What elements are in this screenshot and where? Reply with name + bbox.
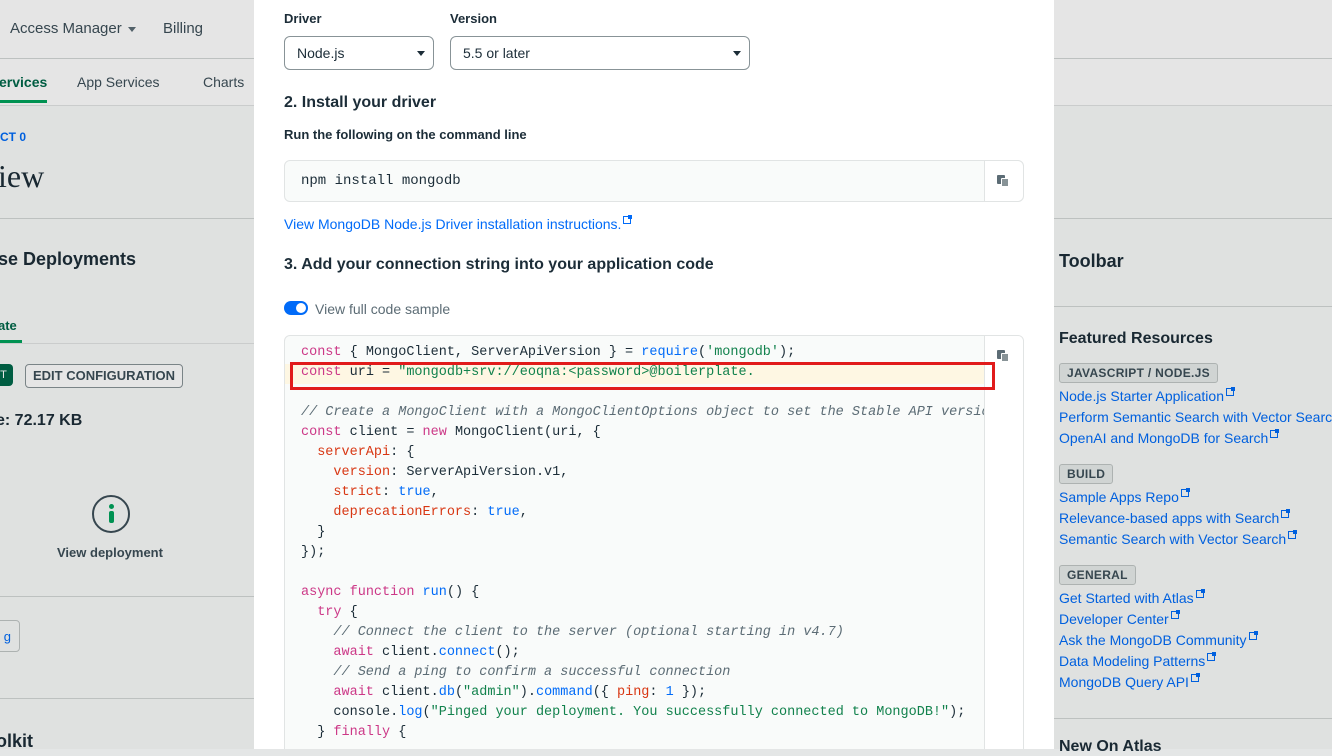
- driver-label: Driver: [284, 11, 322, 26]
- driver-select[interactable]: Node.js: [284, 36, 434, 70]
- copy-command-button[interactable]: [984, 161, 1023, 201]
- full-code-toggle-label: View full code sample: [315, 301, 451, 317]
- step-3-title: 3. Add your connection string into your …: [284, 256, 714, 273]
- step-2-title: 2. Install your driver: [284, 94, 437, 111]
- step-2-subtitle: Run the following on the command line: [284, 127, 527, 142]
- code-sample-box: const { MongoClient, ServerApiVersion } …: [284, 335, 1024, 749]
- version-value: 5.5 or later: [463, 45, 530, 61]
- install-command[interactable]: npm install mongodb: [301, 173, 461, 189]
- copy-code-button[interactable]: [984, 336, 1023, 749]
- caret-down-icon: [733, 51, 741, 56]
- driver-docs-link-label: View MongoDB Node.js Driver installation…: [284, 216, 622, 232]
- copy-icon: [997, 175, 1009, 187]
- version-label: Version: [450, 11, 497, 26]
- install-command-box: npm install mongodb: [284, 160, 1024, 202]
- external-link-icon: [623, 215, 633, 224]
- connect-modal: Driver Node.js Version 5.5 or later 2. I…: [254, 0, 1054, 749]
- caret-down-icon: [417, 51, 425, 56]
- code-sample[interactable]: const { MongoClient, ServerApiVersion } …: [301, 343, 998, 743]
- copy-icon: [997, 350, 1009, 362]
- version-select[interactable]: 5.5 or later: [450, 36, 750, 70]
- full-code-toggle[interactable]: [284, 301, 308, 315]
- driver-docs-link[interactable]: View MongoDB Node.js Driver installation…: [284, 215, 633, 232]
- driver-value: Node.js: [297, 45, 345, 61]
